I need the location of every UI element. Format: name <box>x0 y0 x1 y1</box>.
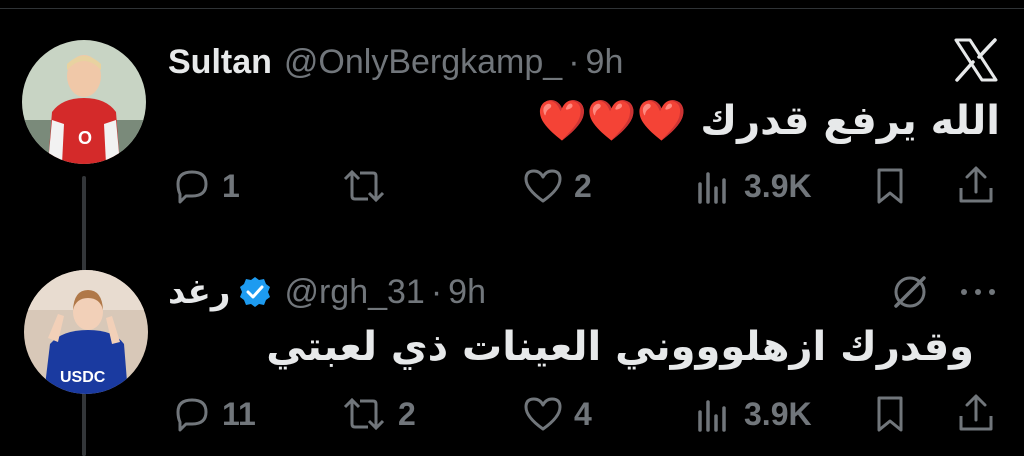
share-icon <box>959 394 993 431</box>
views-icon <box>698 172 726 204</box>
more-icon[interactable] <box>958 282 998 302</box>
retweet-button[interactable]: 2 <box>340 394 416 434</box>
reply-button[interactable]: 1 <box>172 166 240 206</box>
like-button[interactable]: 4 <box>522 394 592 434</box>
retweet-count: 2 <box>398 395 416 432</box>
share-button[interactable] <box>956 164 996 206</box>
views-button[interactable]: 3.9K <box>694 394 812 434</box>
like-icon <box>524 169 562 203</box>
thread-line-2 <box>82 406 86 456</box>
retweet-icon <box>343 397 385 431</box>
avatar-rgh[interactable]: USDC <box>24 270 148 394</box>
avatar-sultan[interactable]: O <box>22 40 146 164</box>
bookmark-icon <box>877 396 903 432</box>
views-count: 3.9K <box>744 167 812 204</box>
like-count: 4 <box>574 395 592 432</box>
reply-count: 1 <box>222 167 240 204</box>
tweet-text: وقدرك ازهلوووني العينات ذي لعبتي <box>266 324 974 370</box>
like-button[interactable]: 2 <box>522 166 592 206</box>
bookmark-button[interactable] <box>874 394 906 434</box>
x-logo-icon[interactable] <box>952 36 1000 84</box>
reply-icon <box>176 170 208 204</box>
svg-text:USDC: USDC <box>60 369 106 386</box>
timestamp[interactable]: 9h <box>586 42 624 82</box>
reply-count: 11 <box>222 395 256 432</box>
display-name[interactable]: رغد <box>168 272 230 312</box>
bookmark-icon <box>877 168 903 204</box>
tweet-header: رغد @rgh_31 · 9h <box>168 272 486 312</box>
reply-button[interactable]: 11 <box>172 394 256 434</box>
share-icon <box>959 166 993 203</box>
retweet-button[interactable] <box>340 166 398 206</box>
views-count: 3.9K <box>744 395 812 432</box>
like-count: 2 <box>574 167 592 204</box>
svg-text:O: O <box>78 128 92 148</box>
display-name[interactable]: Sultan <box>168 42 272 82</box>
tweet-header: Sultan @OnlyBergkamp_ · 9h <box>168 42 623 82</box>
views-button[interactable]: 3.9K <box>694 166 812 206</box>
tweet-text: الله يرفع قدرك ❤️❤️❤️ <box>537 98 1000 144</box>
reply-icon <box>176 398 208 432</box>
like-icon <box>524 397 562 431</box>
share-button[interactable] <box>956 392 996 434</box>
separator-dot: · <box>430 273 443 311</box>
timestamp[interactable]: 9h <box>448 272 486 312</box>
grok-icon[interactable] <box>888 270 932 314</box>
handle[interactable]: @OnlyBergkamp_ <box>284 42 562 82</box>
handle[interactable]: @rgh_31 <box>284 272 424 312</box>
verified-badge-icon <box>240 277 271 307</box>
retweet-icon <box>343 169 385 203</box>
views-icon <box>698 400 726 432</box>
bookmark-button[interactable] <box>874 166 906 206</box>
separator-dot: · <box>568 43 580 81</box>
top-divider <box>0 8 1024 9</box>
